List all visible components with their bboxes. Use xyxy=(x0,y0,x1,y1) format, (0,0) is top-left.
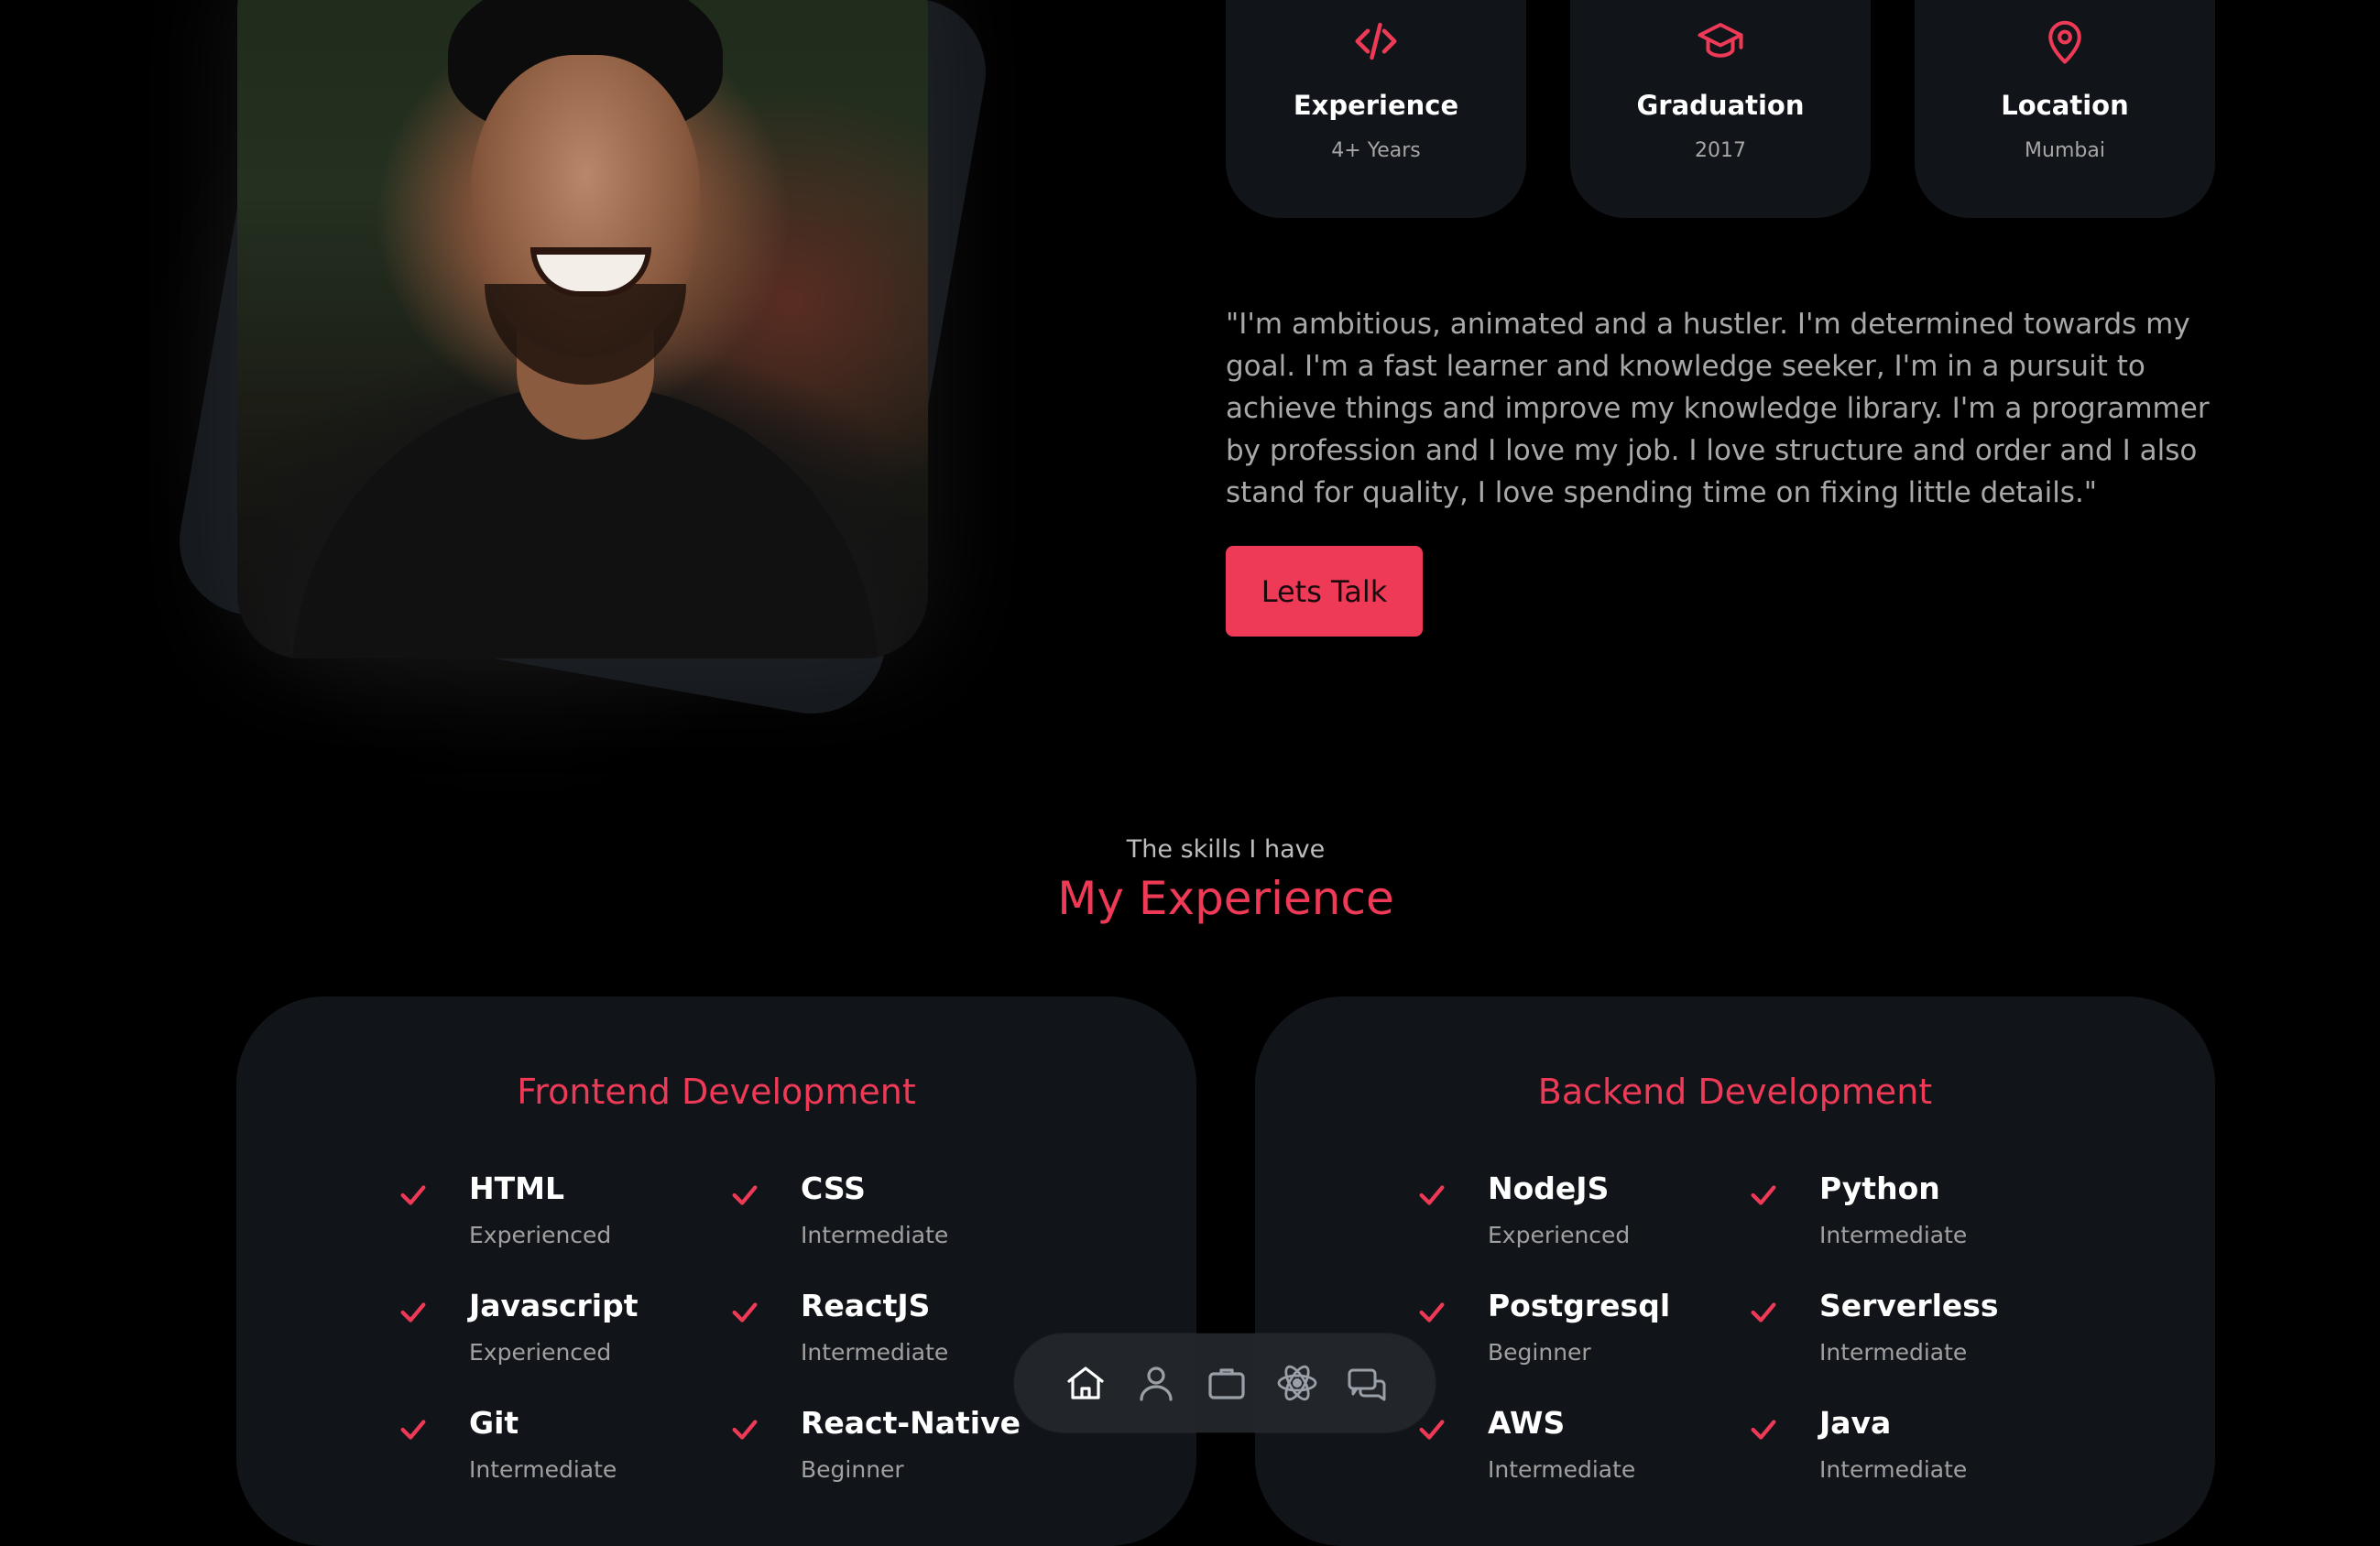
backend-card: Backend Development NodeJS Experienced P… xyxy=(1255,996,2215,1546)
about-bio: "I'm ambitious, animated and a hustler. … xyxy=(1226,308,2210,509)
skill-level: Experienced xyxy=(469,1339,612,1366)
frontend-card: Frontend Development HTML Experienced CS… xyxy=(236,996,1196,1546)
location-card: Location Mumbai xyxy=(1915,0,2215,218)
skill-name: Java xyxy=(1819,1405,1892,1441)
skill-name: AWS xyxy=(1488,1405,1566,1441)
section-title: My Experience xyxy=(1057,872,1394,925)
card-subtitle: 2017 xyxy=(1695,139,1746,162)
skill-name: CSS xyxy=(801,1170,866,1206)
skill-name: Serverless xyxy=(1819,1288,1999,1323)
skill-name: NodeJS xyxy=(1488,1170,1610,1206)
location-pin-icon xyxy=(2048,20,2081,64)
skill-name: ReactJS xyxy=(801,1288,931,1323)
check-icon xyxy=(1751,1302,1776,1323)
check-icon xyxy=(400,1420,426,1440)
graduation-cap-icon xyxy=(1698,22,1743,58)
check-icon xyxy=(400,1185,426,1205)
skill-level: Intermediate xyxy=(1819,1339,1968,1366)
skill-name: Git xyxy=(469,1405,519,1441)
check-icon xyxy=(1419,1420,1445,1440)
check-icon xyxy=(732,1302,758,1323)
frontend-title: Frontend Development xyxy=(517,1072,916,1112)
chat-icon[interactable] xyxy=(1346,1361,1390,1405)
experience-card: Experience 4+ Years xyxy=(1226,0,1526,218)
skill-level: Beginner xyxy=(801,1456,904,1483)
user-icon[interactable] xyxy=(1134,1361,1178,1405)
check-icon xyxy=(1751,1185,1776,1205)
skill-level: Intermediate xyxy=(1819,1456,1968,1483)
skill-level: Experienced xyxy=(1488,1222,1631,1248)
check-icon xyxy=(1419,1185,1445,1205)
skill-level: Intermediate xyxy=(469,1456,617,1483)
skill-name: Javascript xyxy=(469,1288,639,1323)
skill-name: HTML xyxy=(469,1170,564,1206)
section-subtitle: The skills I have xyxy=(1126,835,1326,864)
skill-name: React-Native xyxy=(801,1405,1021,1441)
lets-talk-button[interactable]: Lets Talk xyxy=(1226,546,1423,637)
check-icon xyxy=(1751,1420,1776,1440)
card-title: Experience xyxy=(1293,90,1459,121)
card-title: Location xyxy=(2001,90,2129,121)
code-icon xyxy=(1355,22,1397,60)
skill-level: Beginner xyxy=(1488,1339,1591,1366)
atom-icon[interactable] xyxy=(1275,1361,1319,1405)
check-icon xyxy=(732,1420,758,1440)
card-title: Graduation xyxy=(1636,90,1805,121)
check-icon xyxy=(732,1185,758,1205)
floating-nav xyxy=(1014,1334,1436,1432)
skill-name: Python xyxy=(1819,1170,1940,1206)
skill-level: Intermediate xyxy=(801,1339,949,1366)
skill-level: Intermediate xyxy=(1488,1456,1636,1483)
check-icon xyxy=(400,1302,426,1323)
backend-title: Backend Development xyxy=(1537,1072,1933,1112)
skill-name: Postgresql xyxy=(1488,1288,1671,1323)
card-subtitle: Mumbai xyxy=(2025,139,2105,162)
profile-photo xyxy=(237,0,928,659)
skill-level: Experienced xyxy=(469,1222,612,1248)
card-subtitle: 4+ Years xyxy=(1331,139,1421,162)
home-icon[interactable] xyxy=(1064,1361,1108,1405)
graduation-card: Graduation 2017 xyxy=(1570,0,1871,218)
briefcase-icon[interactable] xyxy=(1205,1361,1249,1405)
check-icon xyxy=(1419,1302,1445,1323)
skill-level: Intermediate xyxy=(801,1222,949,1248)
skill-level: Intermediate xyxy=(1819,1222,1968,1248)
